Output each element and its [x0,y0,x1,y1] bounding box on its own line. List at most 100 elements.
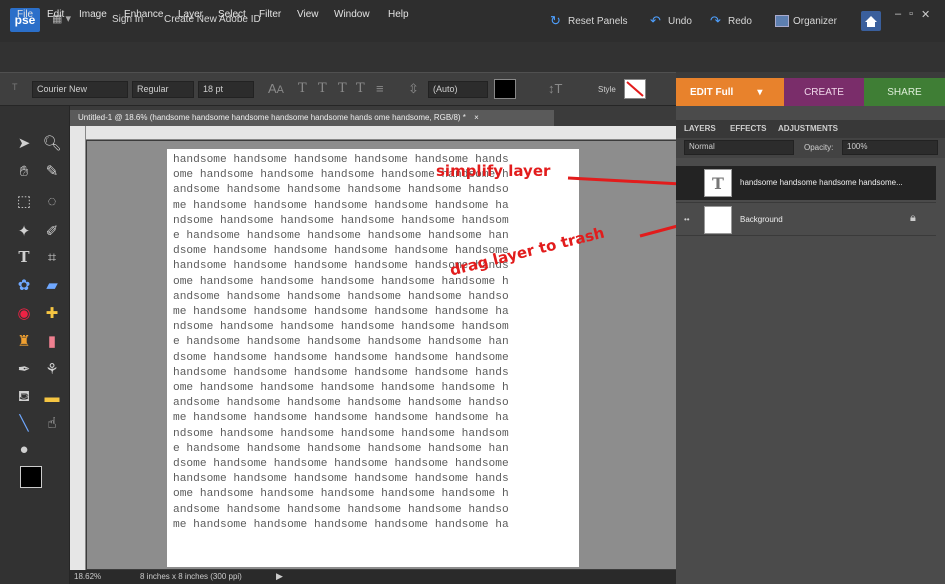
menu-edit[interactable]: Edit [47,9,64,20]
visibility-icon[interactable]: •• [684,215,690,224]
faux-size-icon[interactable]: AA [268,81,284,96]
maximize-icon[interactable]: ▫ [909,8,913,24]
redo-icon: ↷ [710,13,721,28]
hand-tool-icon[interactable]: ✋︎ [12,160,36,182]
blend-mode-select[interactable]: Normal [684,140,794,155]
document-canvas[interactable]: handsome handsome handsome handsome hand… [167,149,579,567]
document-text-line: e handsome handsome handsome handsome ha… [173,336,509,349]
layer-name: Background [740,215,783,224]
quick-selection-tool-icon[interactable]: ✐ [40,220,64,242]
zoom-tool-icon[interactable]: 🔍︎ [40,132,64,154]
toolbox: ➤ 🔍︎ ✋︎ ✎ ⬚ ◌ ✦ ✐ T ⌗ ✿ ▰ ◉ ✚ ♜ ▮ ✒ ⚘ ⛾ … [0,106,70,584]
document-text-line: ome handsome handsome handsome handsome … [173,382,509,395]
document-text-line: dsome handsome handsome handsome handsom… [173,458,509,471]
brush-tool-icon[interactable]: ✒ [12,358,36,380]
document-text-line: e handsome handsome handsome handsome ha… [173,230,509,243]
tab-share[interactable]: SHARE [864,78,945,106]
organizer-icon [775,15,789,27]
eraser-tool-icon[interactable]: ▮ [40,330,64,352]
smart-brush-tool-icon[interactable]: ⚘ [40,358,64,380]
menu-layer[interactable]: Layer [178,9,203,20]
style-picker[interactable] [624,79,646,99]
marquee-tool-icon[interactable]: ⬚ [12,190,36,212]
layer-row-text[interactable]: T handsome handsome handsome handsome... [676,166,936,200]
status-menu-arrow-icon[interactable]: ▶ [276,571,283,582]
sponge-tool-icon[interactable]: ● [12,438,36,460]
minimize-icon[interactable]: – [895,8,901,24]
chevron-down-icon: ▾ [757,86,763,98]
document-text-line: me handsome handsome handsome handsome h… [173,199,509,212]
underline-icon[interactable]: T [338,81,347,96]
window-controls: – ▫ ✕ [895,8,943,24]
move-tool-icon[interactable]: ➤ [12,132,36,154]
lasso-tool-icon[interactable]: ◌ [40,190,64,212]
organizer-button[interactable]: Organizer [775,11,837,31]
menu-window[interactable]: Window [334,9,370,20]
document-text-line: handsome handsome handsome handsome hand… [173,366,509,379]
home-button[interactable] [860,10,882,32]
tab-edit-full[interactable]: EDIT Full ▾ [676,78,784,106]
text-layer-thumb: T [704,169,732,197]
menu-enhance[interactable]: Enhance [124,9,163,20]
font-family-select[interactable]: Courier New [32,81,128,98]
zoom-readout[interactable]: 18.62% [74,572,101,581]
font-style-select[interactable]: Regular [132,81,194,98]
magic-wand-tool-icon[interactable]: ✦ [12,220,36,242]
red-eye-tool-icon[interactable]: ◉ [12,302,36,324]
close-document-icon[interactable]: × [474,113,479,122]
annotation-simplify-layer: simplify layer [436,162,551,180]
italic-icon[interactable]: T [318,81,327,96]
menu-view[interactable]: View [297,9,319,20]
close-window-icon[interactable]: ✕ [921,8,930,24]
redo-label: Redo [728,15,752,27]
tab-effects[interactable]: EFFECTS [730,124,766,133]
paint-bucket-tool-icon[interactable]: ⛾ [12,386,36,408]
redo-button[interactable]: ↷ Redo [710,11,752,31]
crop-tool-icon[interactable]: ⌗ [40,246,64,268]
tab-edit-label: EDIT Full [690,86,734,98]
layer-row-background[interactable]: •• Background 🔒︎ [676,202,936,236]
text-orientation-icon[interactable]: ↕T [548,81,562,96]
layer-name: handsome handsome handsome handsome... [740,178,903,187]
document-text-line: ndsome handsome handsome handsome handso… [173,214,509,227]
document-tab[interactable]: Untitled-1 @ 18.6% (handsome handsome ha… [70,110,554,126]
shape-tool-icon[interactable]: ╲ [12,412,36,434]
lock-icon: 🔒︎ [910,212,916,224]
menu-select[interactable]: Select [218,9,246,20]
eyedropper-tool-icon[interactable]: ✎ [40,160,64,182]
straighten-tool-icon[interactable]: ▰ [40,274,64,296]
reset-panels-button[interactable]: ↻ Reset Panels [550,11,627,31]
blur-tool-icon[interactable]: ☝︎ [40,412,64,434]
document-text-line: ome handsome handsome handsome handsome … [173,488,509,501]
status-bar: 18.62% 8 inches x 8 inches (300 ppi) ▶ [70,570,676,584]
type-tool-icon[interactable]: T [12,246,36,268]
align-icon[interactable]: ≡ [376,81,384,96]
document-text-line: me handsome handsome handsome handsome h… [173,306,509,319]
tab-adjustments[interactable]: ADJUSTMENTS [778,124,838,133]
menu-image[interactable]: Image [79,9,107,20]
no-style-icon [626,81,644,97]
document-text-line: me handsome handsome handsome handsome h… [173,412,509,425]
bold-icon[interactable]: T [298,81,307,96]
foreground-color-swatch[interactable] [20,466,42,488]
leading-select[interactable]: (Auto) [428,81,488,98]
clone-stamp-tool-icon[interactable]: ♜ [12,330,36,352]
undo-button[interactable]: ↶ Undo [650,11,692,31]
text-color-swatch[interactable] [494,79,516,99]
strikethrough-icon[interactable]: T [356,81,365,96]
undo-label: Undo [668,15,692,27]
gradient-tool-icon[interactable]: ▬ [40,386,64,408]
cookie-cutter-tool-icon[interactable]: ✿ [12,274,36,296]
document-text-line: ndsome handsome handsome handsome handso… [173,321,509,334]
tab-layers[interactable]: LAYERS [684,124,716,133]
document-text-line: e handsome handsome handsome handsome ha… [173,442,509,455]
tab-create[interactable]: CREATE [784,78,864,106]
reset-panels-label: Reset Panels [568,15,628,27]
menu-filter[interactable]: Filter [259,9,281,20]
opacity-field[interactable]: 100% [842,140,938,155]
menu-help[interactable]: Help [388,9,409,20]
document-title: Untitled-1 @ 18.6% (handsome handsome ha… [78,113,466,122]
healing-brush-tool-icon[interactable]: ✚ [40,302,64,324]
menu-file[interactable]: File [17,9,33,20]
font-size-select[interactable]: 18 pt [198,81,254,98]
